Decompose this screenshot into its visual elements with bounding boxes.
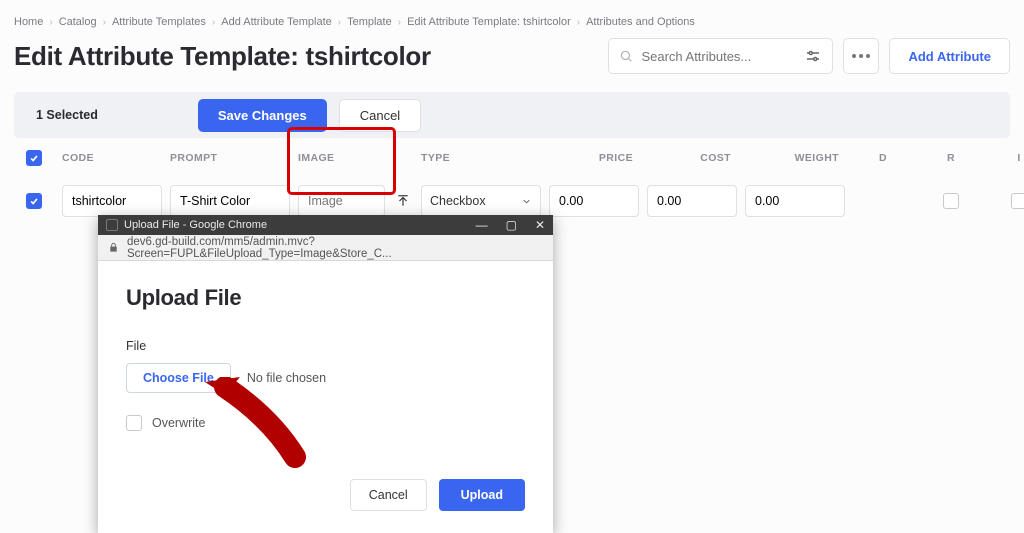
upload-image-button[interactable]: [393, 191, 413, 211]
dialog-url-text: dev6.gd-build.com/mm5/admin.mvc?Screen=F…: [127, 236, 543, 260]
type-select[interactable]: Checkbox: [421, 185, 541, 217]
search-icon: [619, 49, 633, 63]
no-file-text: No file chosen: [247, 371, 326, 385]
action-bar: 1 Selected Save Changes Cancel: [14, 92, 1010, 138]
col-cost: COST: [647, 152, 737, 164]
r-checkbox[interactable]: [943, 193, 959, 209]
col-d: D: [853, 152, 913, 164]
col-i: I: [989, 152, 1024, 164]
breadcrumb-item[interactable]: Catalog: [59, 16, 97, 28]
close-icon[interactable]: ✕: [535, 218, 545, 232]
select-all-checkbox[interactable]: [26, 150, 42, 166]
lock-icon: [108, 242, 119, 253]
price-input[interactable]: [549, 185, 639, 217]
col-code: CODE: [62, 152, 162, 164]
weight-input[interactable]: [745, 185, 845, 217]
cost-input[interactable]: [647, 185, 737, 217]
cancel-button[interactable]: Cancel: [339, 99, 421, 132]
col-image: IMAGE: [298, 152, 413, 164]
upload-dialog: Upload File - Google Chrome — ▢ ✕ dev6.g…: [98, 215, 553, 533]
col-price: PRICE: [549, 152, 639, 164]
favicon-icon: [106, 219, 118, 231]
breadcrumb-item[interactable]: Template: [347, 16, 392, 28]
file-label: File: [126, 339, 525, 353]
col-weight: WEIGHT: [745, 152, 845, 164]
add-attribute-button[interactable]: Add Attribute: [889, 38, 1010, 74]
breadcrumb-item[interactable]: Add Attribute Template: [221, 16, 331, 28]
i-checkbox[interactable]: [1011, 193, 1024, 209]
selected-count: 1 Selected: [36, 108, 98, 122]
prompt-input[interactable]: [170, 185, 290, 217]
dialog-heading: Upload File: [126, 285, 525, 311]
save-changes-button[interactable]: Save Changes: [198, 99, 327, 132]
image-input[interactable]: [298, 185, 385, 217]
overwrite-label: Overwrite: [152, 416, 205, 430]
search-box[interactable]: [608, 38, 833, 74]
search-input[interactable]: [641, 49, 796, 64]
filter-icon[interactable]: [804, 47, 822, 65]
col-r: R: [921, 152, 981, 164]
col-prompt: PROMPT: [170, 152, 290, 164]
breadcrumb-item[interactable]: Attribute Templates: [112, 16, 206, 28]
breadcrumb-item[interactable]: Edit Attribute Template: tshirtcolor: [407, 16, 571, 28]
choose-file-button[interactable]: Choose File: [126, 363, 231, 393]
dialog-url-bar: dev6.gd-build.com/mm5/admin.mvc?Screen=F…: [98, 235, 553, 261]
chevron-down-icon: [521, 196, 532, 207]
table-header: CODE PROMPT IMAGE TYPE PRICE COST WEIGHT…: [14, 138, 1010, 178]
breadcrumb: Home› Catalog› Attribute Templates› Add …: [0, 0, 1024, 38]
row-checkbox[interactable]: [26, 193, 42, 209]
maximize-icon[interactable]: ▢: [506, 218, 517, 232]
dialog-titlebar: Upload File - Google Chrome — ▢ ✕: [98, 215, 553, 235]
breadcrumb-item[interactable]: Home: [14, 16, 43, 28]
col-type: TYPE: [421, 152, 541, 164]
breadcrumb-item[interactable]: Attributes and Options: [586, 16, 695, 28]
dialog-upload-button[interactable]: Upload: [439, 479, 525, 511]
minimize-icon[interactable]: —: [476, 218, 488, 232]
code-input[interactable]: [62, 185, 162, 217]
dialog-cancel-button[interactable]: Cancel: [350, 479, 427, 511]
more-menu-button[interactable]: [843, 38, 879, 74]
overwrite-checkbox[interactable]: [126, 415, 142, 431]
page-title: Edit Attribute Template: tshirtcolor: [14, 41, 608, 72]
type-select-value: Checkbox: [430, 194, 486, 208]
dialog-window-title: Upload File - Google Chrome: [124, 219, 267, 231]
